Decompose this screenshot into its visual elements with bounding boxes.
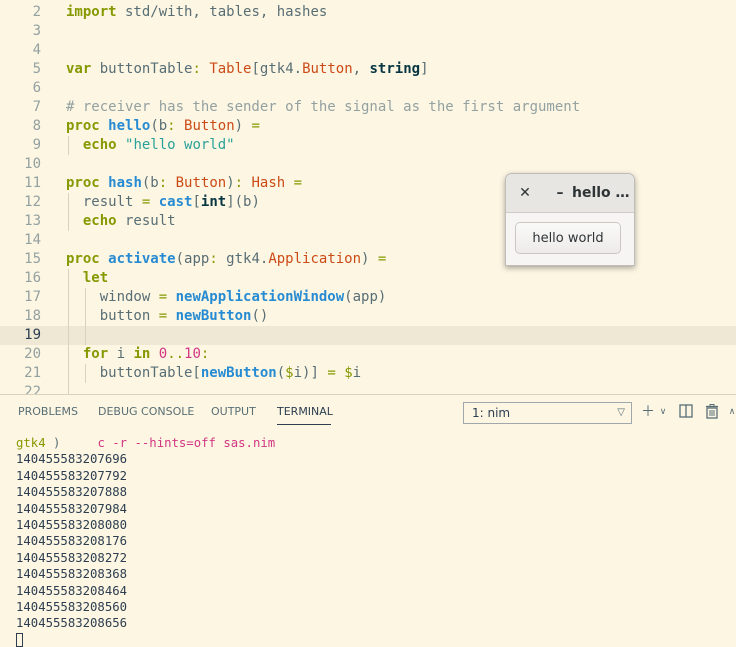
code-text: echo result <box>82 213 176 229</box>
terminal-output-line: 140455583208464 <box>16 583 128 598</box>
code-line[interactable]: 16 let <box>0 269 736 288</box>
code-text: result = cast[int](b) <box>66 194 260 210</box>
line-number: 13 <box>24 213 41 229</box>
prompt-command: c -r --hints=off sas.nim <box>97 436 276 450</box>
minimize-icon[interactable]: – <box>550 183 570 203</box>
code-text: window = newApplicationWindow(app) <box>66 289 387 305</box>
code-text: # receiver has the sender of the signal … <box>66 99 581 115</box>
terminal-output-line: 140455583208176 <box>16 534 128 549</box>
tab-terminal[interactable]: TERMINAL <box>277 405 333 419</box>
code-line[interactable]: 2 import std/with, tables, hashes <box>0 3 736 22</box>
prompt-arrow: ) <box>53 436 61 450</box>
indent-guide <box>85 288 86 345</box>
code-text: import std/with, tables, hashes <box>66 4 328 20</box>
terminal-output-line: 140455583207888 <box>16 485 128 500</box>
code-line[interactable]: 9 echo "hello world" <box>0 136 736 155</box>
code-line[interactable]: 3 <box>0 22 736 41</box>
prompt-directory: gtk4 <box>16 436 46 450</box>
close-icon[interactable]: ✕ <box>515 183 535 203</box>
bottom-panel: PROBLEMS DEBUG CONSOLE OUTPUT TERMINAL 1… <box>0 394 736 647</box>
line-number: 7 <box>32 99 41 115</box>
code-line[interactable]: 6 <box>0 79 736 98</box>
terminal-output-line: 140455583207696 <box>16 452 128 467</box>
terminal-output-line: 140455583208368 <box>16 567 128 582</box>
active-tab-indicator <box>277 424 331 425</box>
window-title: hello … <box>572 185 630 201</box>
hello-world-button[interactable]: hello world <box>515 222 621 254</box>
indent-guide <box>85 364 86 383</box>
indent-guide <box>68 193 69 231</box>
code-text: var buttonTable: Table[gtk4.Button, stri… <box>66 61 429 77</box>
split-terminal-icon[interactable] <box>678 404 694 420</box>
line-number: 19 <box>24 327 41 343</box>
code-text: proc hash(b: Button): Hash = <box>66 175 303 191</box>
code-line[interactable]: 17 window = newApplicationWindow(app) <box>0 288 736 307</box>
chevron-up-icon[interactable]: ∧ <box>728 404 736 420</box>
line-number: 2 <box>32 4 41 20</box>
code-line[interactable]: 20 for i in 0..10: <box>0 345 736 364</box>
line-number: 18 <box>24 308 41 324</box>
terminal-output-line: 140455583208272 <box>16 550 128 565</box>
code-text: echo "hello world" <box>82 137 235 153</box>
chevron-down-icon[interactable]: ∨ <box>655 404 671 420</box>
line-number: 11 <box>24 175 41 191</box>
line-number: 20 <box>24 346 41 362</box>
tab-debug-console[interactable]: DEBUG CONSOLE <box>98 405 194 419</box>
line-number: 6 <box>32 80 41 96</box>
line-number: 17 <box>24 289 41 305</box>
line-number: 12 <box>24 194 41 210</box>
line-number: 14 <box>24 232 41 248</box>
code-text: button = newButton() <box>66 308 269 324</box>
code-line[interactable]: 5 var buttonTable: Table[gtk4.Button, str… <box>0 60 736 79</box>
line-number: 8 <box>32 118 41 134</box>
line-number: 9 <box>32 137 41 153</box>
terminal-select[interactable]: 1: nim ▽ <box>463 402 632 424</box>
terminal-output[interactable]: gtk4 ) c -r --hints=off sas.nim 14045558… <box>0 435 736 647</box>
terminal-output-line: 140455583207792 <box>16 468 128 483</box>
code-line[interactable]: 21 buttonTable[newButton($i)] = $i <box>0 364 736 383</box>
code-text: buttonTable[newButton($i)] = $i <box>66 365 362 381</box>
gtk-hello-window[interactable]: ✕ – hello … hello world <box>505 173 635 266</box>
terminal-prompt-line: gtk4 ) c -r --hints=off sas.nim <box>16 435 275 451</box>
terminal-select-value: 1: nim <box>472 406 511 420</box>
code-line[interactable]: 22 <box>0 383 736 394</box>
tab-problems[interactable]: PROBLEMS <box>18 405 78 419</box>
code-line[interactable]: 7 # receiver has the sender of the signal… <box>0 98 736 117</box>
code-line[interactable]: 8 proc hello(b: Button) = <box>0 117 736 136</box>
chevron-down-icon: ▽ <box>617 407 625 418</box>
code-line[interactable]: 10 <box>0 155 736 174</box>
panel-tabs: PROBLEMS DEBUG CONSOLE OUTPUT TERMINAL 1… <box>0 395 736 429</box>
line-number: 21 <box>24 365 41 381</box>
code-line[interactable]: 18 button = newButton() <box>0 307 736 326</box>
code-text: for i in 0..10: <box>82 346 210 362</box>
code-text: proc hello(b: Button) = <box>66 118 260 134</box>
indent-guide <box>68 269 69 394</box>
gtk-titlebar[interactable]: ✕ – hello … <box>506 174 634 213</box>
line-number: 10 <box>24 156 41 172</box>
code-line[interactable]: 19 <box>0 326 736 345</box>
code-line[interactable]: 4 <box>0 41 736 60</box>
line-number: 4 <box>32 42 41 58</box>
terminal-output-line: 140455583207984 <box>16 501 128 516</box>
terminal-output-line: 140455583208656 <box>16 616 128 631</box>
line-number: 3 <box>32 23 41 39</box>
plus-icon[interactable]: ＋ <box>640 404 656 420</box>
line-number: 16 <box>24 270 41 286</box>
line-number: 5 <box>32 61 41 77</box>
line-number: 15 <box>24 251 41 267</box>
code-text: proc activate(app: gtk4.Application) = <box>66 251 387 267</box>
line-number: 22 <box>24 384 41 394</box>
indent-guide <box>68 136 69 155</box>
code-text: let <box>82 270 109 286</box>
tab-output[interactable]: OUTPUT <box>211 405 256 419</box>
terminal-output-line: 140455583208080 <box>16 518 128 532</box>
terminal-output-line: 140455583208560 <box>16 600 128 614</box>
trash-icon[interactable] <box>704 404 720 420</box>
